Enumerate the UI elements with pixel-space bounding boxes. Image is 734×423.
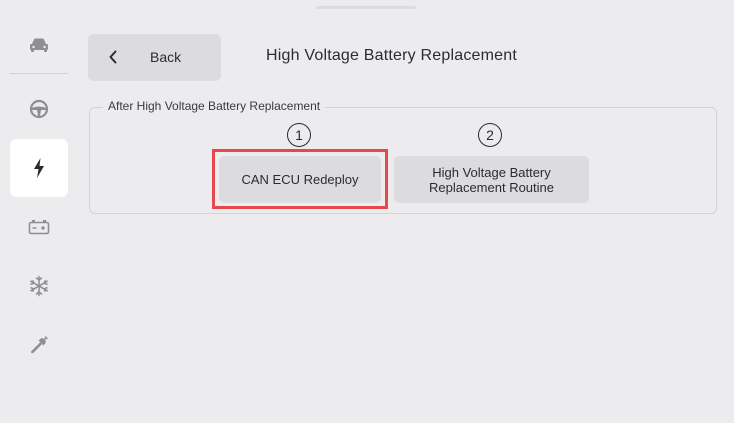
step-number-1: 1 (287, 123, 311, 147)
page-title: High Voltage Battery Replacement (266, 47, 517, 64)
sidebar-item-climate[interactable] (10, 257, 68, 315)
sidebar-item-service[interactable] (10, 316, 68, 374)
lightning-bolt-icon (33, 158, 45, 178)
top-drag-handle[interactable] (316, 6, 416, 9)
snowflake-icon (28, 275, 50, 297)
chevron-left-icon (108, 50, 118, 69)
sidebar-divider (10, 73, 68, 74)
sidebar-item-car[interactable] (10, 16, 68, 74)
steering-wheel-icon (29, 99, 49, 119)
car-icon (28, 37, 50, 53)
sidebar-item-steering[interactable] (10, 80, 68, 138)
hv-battery-replacement-routine-button[interactable]: High Voltage Battery Replacement Routine (394, 156, 589, 203)
step-number-2: 2 (478, 123, 502, 147)
back-button-label: Back (150, 49, 182, 65)
back-button[interactable]: Back (88, 34, 221, 81)
sidebar-item-battery[interactable] (10, 198, 68, 256)
sidebar (0, 0, 78, 423)
sidebar-item-power[interactable] (10, 139, 68, 197)
battery-icon (28, 219, 50, 235)
can-ecu-redeploy-button[interactable]: CAN ECU Redeploy (219, 156, 381, 203)
wrench-icon (29, 335, 49, 355)
group-legend: After High Voltage Battery Replacement (103, 99, 326, 113)
